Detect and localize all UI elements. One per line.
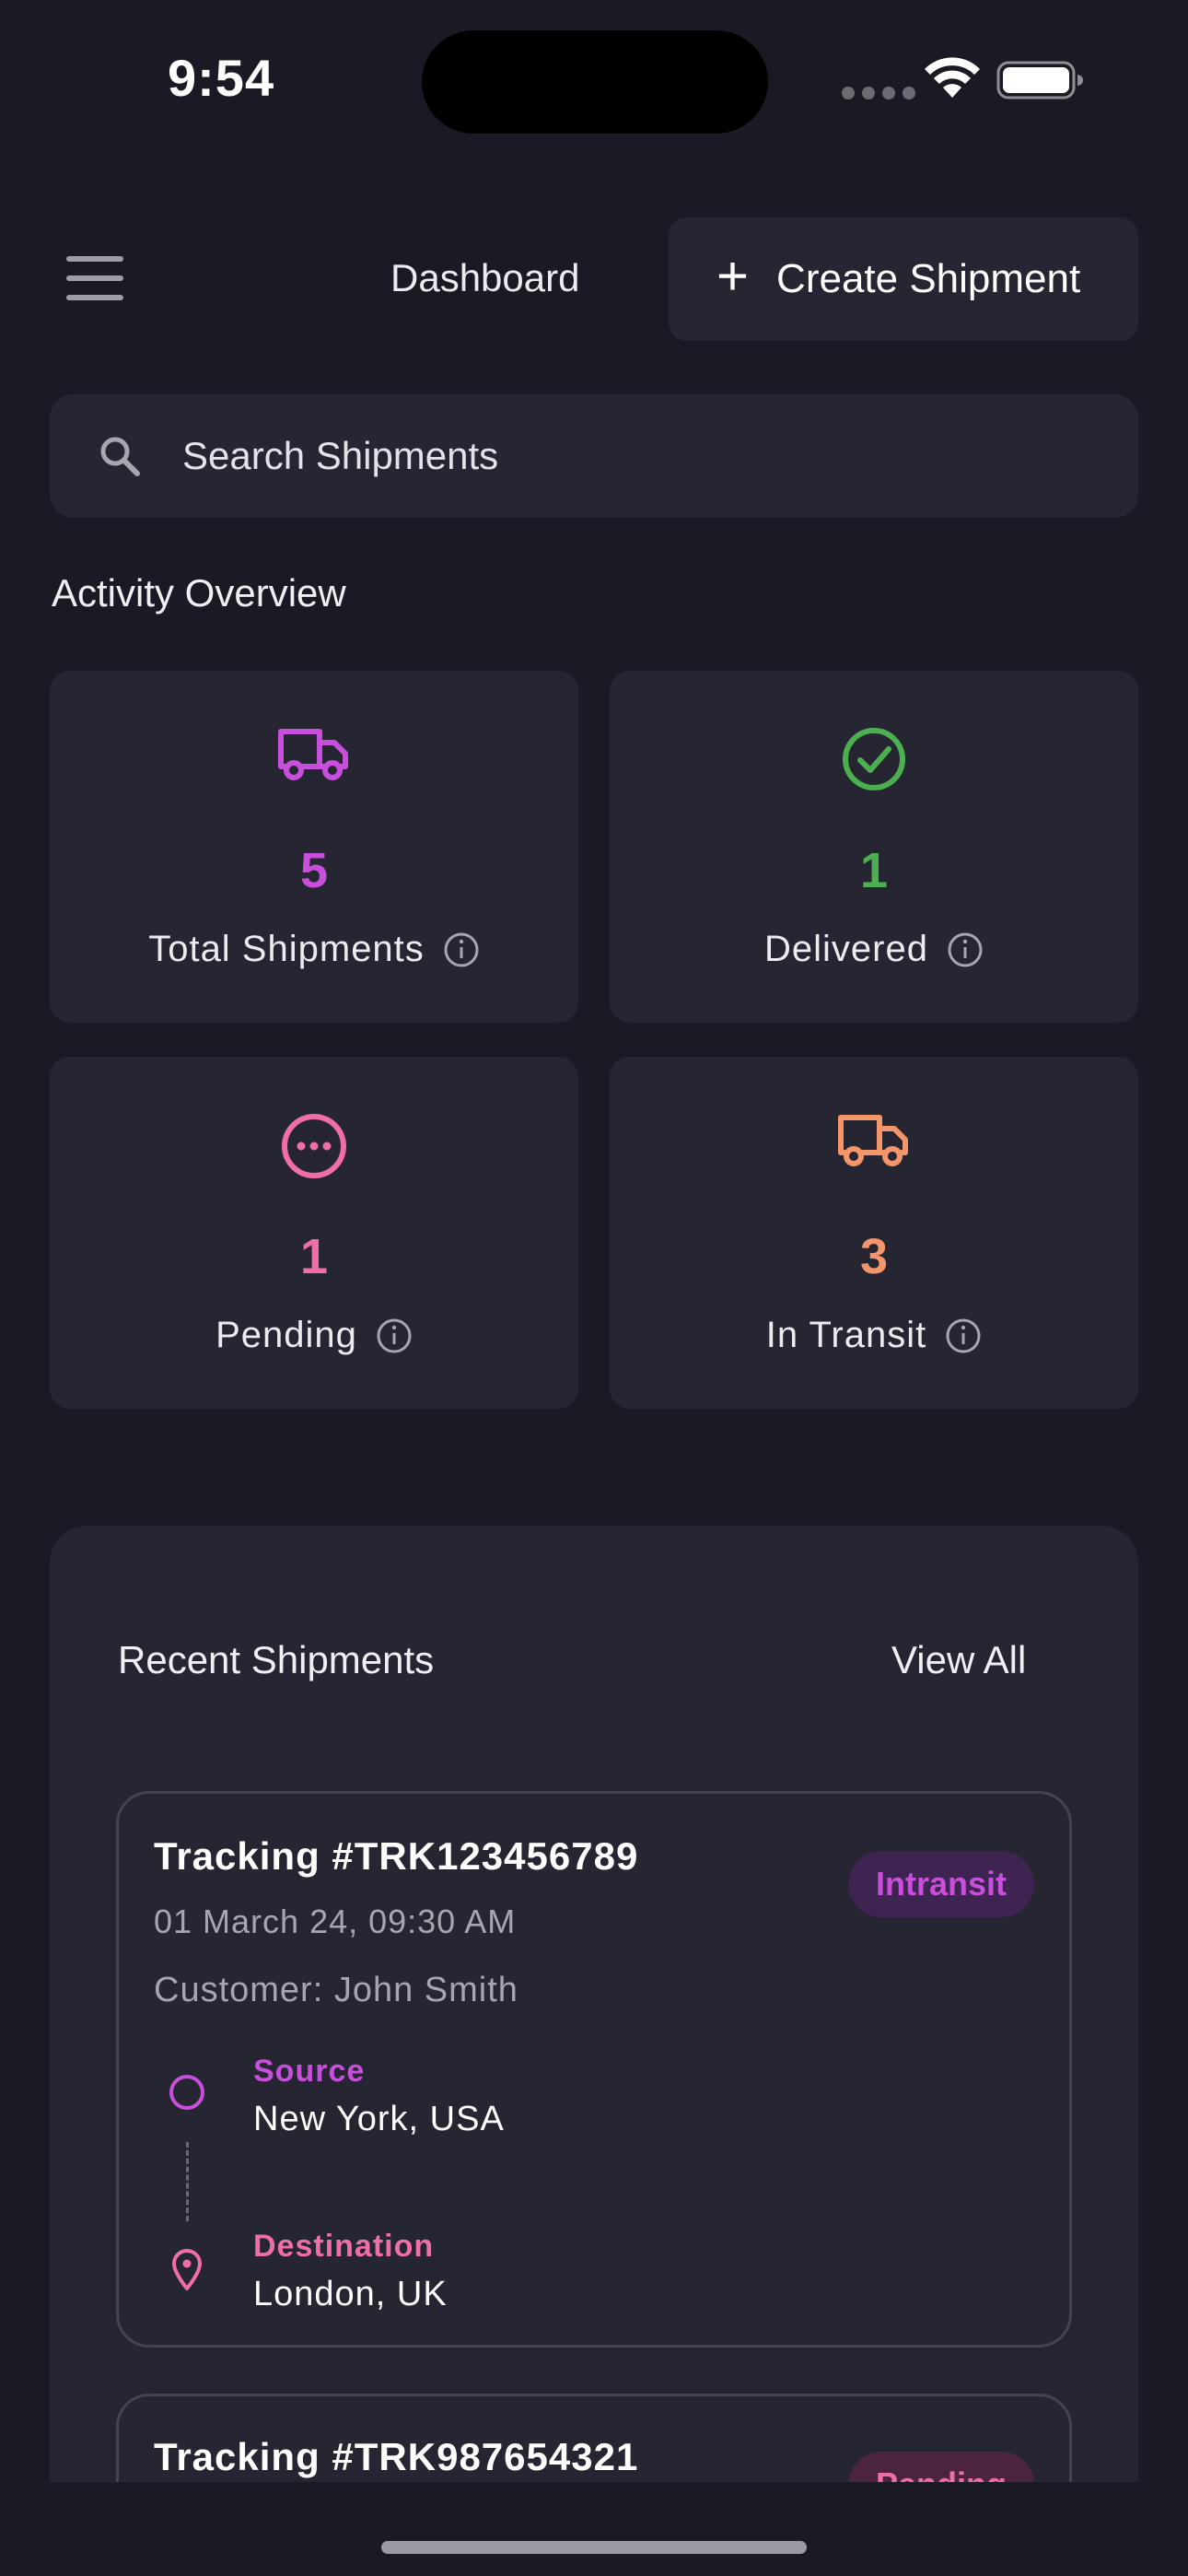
stat-value: 1: [859, 843, 889, 898]
tracking-number: Tracking #TRK987654321: [154, 2435, 639, 2478]
source-label: Source: [253, 2054, 366, 2089]
destination-value: London, UK: [253, 2275, 448, 2313]
stat-card-delivered[interactable]: 1 Delivered: [610, 671, 1138, 1023]
stat-label: In Transit: [765, 1315, 927, 1355]
battery-icon: [996, 61, 1083, 100]
recent-shipments-title: Recent Shipments: [118, 1638, 435, 1681]
stat-card-in-transit[interactable]: 3 In Transit: [610, 1057, 1138, 1409]
route-line: [186, 2142, 189, 2221]
bottom-safe-area: [0, 2482, 1188, 2576]
stat-value: 1: [299, 1229, 329, 1284]
destination-label: Destination: [253, 2229, 435, 2264]
truck-icon: [278, 729, 348, 780]
plus-icon: +: [716, 245, 750, 307]
search-icon: [100, 437, 140, 476]
stat-label: Total Shipments: [148, 929, 425, 969]
stat-card-total-shipments[interactable]: 5 Total Shipments: [50, 671, 578, 1023]
location-pin-icon: [172, 2249, 202, 2290]
page-title: Dashboard: [390, 256, 580, 299]
status-time: 9:54: [168, 49, 275, 107]
shipment-card[interactable]: Tracking #TRK123456789 01 March 24, 09:3…: [116, 1791, 1072, 2348]
wifi-icon: [925, 57, 980, 98]
stat-card-pending[interactable]: 1 Pending: [50, 1057, 578, 1409]
menu-icon: [66, 256, 123, 262]
create-shipment-button[interactable]: + Create Shipment: [669, 217, 1138, 341]
activity-overview-title: Activity Overview: [52, 571, 346, 615]
check-circle-icon: [843, 728, 905, 790]
more-circle-icon: [282, 1114, 346, 1178]
customer-name: Customer: John Smith: [154, 1971, 518, 2009]
shipment-date: 01 March 24, 09:30 AM: [154, 1903, 517, 1940]
info-icon[interactable]: [945, 1317, 982, 1354]
info-icon[interactable]: [443, 931, 480, 968]
stat-label: Pending: [215, 1315, 357, 1355]
stat-value: 3: [859, 1229, 889, 1284]
search-input[interactable]: Search Shipments: [50, 394, 1138, 518]
source-value: New York, USA: [253, 2100, 505, 2138]
home-indicator[interactable]: [381, 2541, 807, 2554]
menu-button[interactable]: [61, 251, 129, 306]
info-icon[interactable]: [376, 1317, 413, 1354]
truck-icon: [838, 1115, 908, 1166]
tracking-number: Tracking #TRK123456789: [154, 1834, 639, 1878]
stat-label: Delivered: [764, 929, 928, 969]
source-circle-icon: [169, 2075, 204, 2110]
create-shipment-label: Create Shipment: [776, 256, 1081, 301]
stat-value: 5: [299, 843, 329, 898]
view-all-link[interactable]: View All: [891, 1638, 1026, 1682]
cellular-signal-icon: [842, 87, 915, 100]
status-badge: Intransit: [847, 1851, 1034, 1917]
dynamic-island: [422, 30, 768, 134]
info-icon[interactable]: [947, 931, 984, 968]
search-placeholder: Search Shipments: [182, 434, 499, 477]
